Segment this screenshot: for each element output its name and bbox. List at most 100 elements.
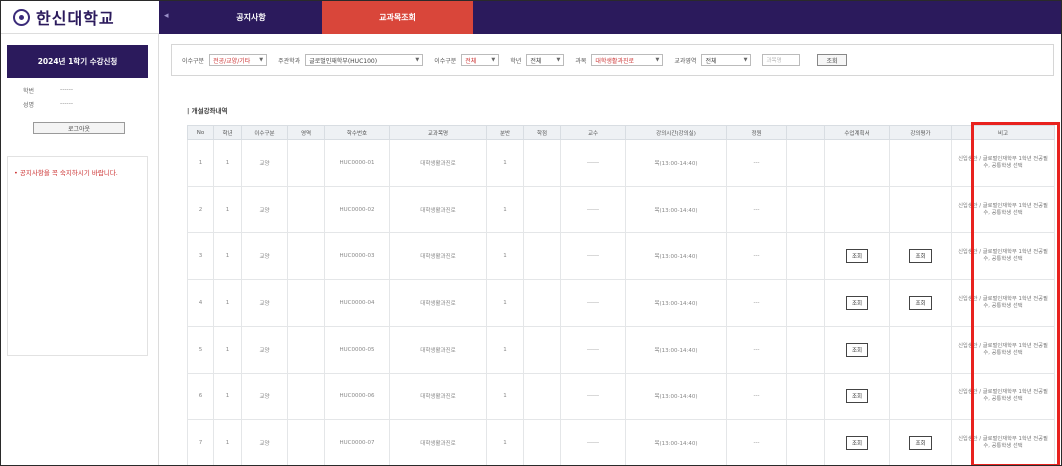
search-button[interactable]: 조회 bbox=[817, 54, 847, 66]
table-row[interactable]: 2 1 교양 HUC0000-02 대학생활과진로 1 ------ 목(13:00-14:4… bbox=[187, 185, 1055, 234]
evaluation-view-button[interactable]: 조회 bbox=[909, 295, 932, 310]
cell-time: 목(13:00-14:40) bbox=[625, 372, 727, 421]
cell-syllabus bbox=[824, 139, 890, 187]
filter-label: 교과영역 bbox=[674, 57, 697, 65]
cell-remark: 신입생만 / 글로벌인재학부 1학년 전공필수, 공통학생 선택 bbox=[951, 139, 1055, 187]
cell-year: 1 bbox=[213, 372, 242, 421]
cell-capacity: --- bbox=[726, 185, 787, 234]
cell-area bbox=[287, 279, 325, 327]
column-header: 수업계획서 bbox=[824, 125, 890, 140]
filter-select[interactable]: 전공/교양/기타 ▼ bbox=[209, 54, 268, 66]
column-header: 학점 bbox=[523, 125, 561, 140]
cell-professor: ------ bbox=[560, 372, 626, 421]
cell-credit bbox=[523, 185, 561, 234]
tab-notice[interactable]: 공지사항 bbox=[191, 1, 311, 34]
cell-name: 대학생활과진로 bbox=[389, 232, 487, 281]
chevron-down-icon: ▼ bbox=[743, 57, 748, 63]
cell-capacity: --- bbox=[726, 279, 787, 327]
cell-no: 4 bbox=[187, 279, 214, 327]
logout-button[interactable]: 로그아웃 bbox=[33, 122, 125, 134]
column-header: 학수번호 bbox=[324, 125, 390, 140]
tab-course-search[interactable]: 교과목조회 bbox=[322, 1, 473, 34]
table-row[interactable]: 1 1 교양 HUC0000-01 대학생활과진로 1 ------ 목(13:00-14:4… bbox=[187, 139, 1055, 187]
column-header: 영역 bbox=[287, 125, 325, 140]
cell-syllabus: 조회 bbox=[824, 325, 890, 374]
cell-professor: ------ bbox=[560, 232, 626, 281]
cell-no: 7 bbox=[187, 419, 214, 465]
cell-section: 1 bbox=[486, 325, 524, 374]
menu-toggle-icon[interactable]: ◂ bbox=[164, 11, 169, 21]
cell-name: 대학생활과진로 bbox=[389, 139, 487, 187]
syllabus-view-button[interactable]: 조회 bbox=[845, 249, 869, 264]
cell-enroll bbox=[786, 232, 825, 281]
notice-text: • 공지사항을 꼭 숙지하시기 바랍니다. bbox=[14, 169, 118, 177]
semester-title: 2024년 1학기 수강신청 bbox=[7, 45, 148, 78]
cell-type: 교양 bbox=[241, 185, 288, 234]
cell-enroll bbox=[786, 279, 825, 327]
cell-remark: 신입생만 / 글로벌인재학부 1학년 전공필수, 공통학생 선택 bbox=[951, 232, 1055, 281]
table-row[interactable]: 5 1 교양 HUC0000-05 대학생활과진로 1 ------ 목(13:00-14:4… bbox=[187, 325, 1055, 374]
cell-no: 5 bbox=[187, 325, 214, 374]
column-header: 이수구분 bbox=[241, 125, 288, 140]
cell-section: 1 bbox=[486, 372, 524, 421]
cell-area bbox=[287, 419, 325, 465]
filter-select[interactable]: 대학생활과진로 ▼ bbox=[591, 54, 664, 66]
cell-type: 교양 bbox=[241, 372, 288, 421]
cell-section: 1 bbox=[486, 232, 524, 281]
table-row[interactable]: 7 1 교양 HUC0000-07 대학생활과진로 1 ------ 목(13:00-14:4… bbox=[187, 419, 1055, 465]
table-row[interactable]: 3 1 교양 HUC0000-03 대학생활과진로 1 ------ 목(13:00-14:4… bbox=[187, 232, 1055, 281]
cell-enroll bbox=[786, 185, 825, 234]
cell-remark: 신입생만 / 글로벌인재학부 1학년 전공필수, 공통학생 선택 bbox=[951, 372, 1055, 421]
cell-area bbox=[287, 325, 325, 374]
filter-label: 학년 bbox=[510, 57, 522, 65]
table-row[interactable]: 6 1 교양 HUC0000-06 대학생활과진로 1 ------ 목(13:00-14:4… bbox=[187, 372, 1055, 421]
cell-remark: 신입생만 / 글로벌인재학부 1학년 전공필수, 공통학생 선택 bbox=[951, 279, 1055, 327]
cell-professor: ------ bbox=[560, 325, 626, 374]
syllabus-view-button[interactable]: 조회 bbox=[845, 436, 869, 451]
filter-select-value: 전체 bbox=[705, 57, 717, 65]
filter-select[interactable]: 글로벌인재학부(HUC100) ▼ bbox=[305, 54, 424, 66]
filter-select[interactable]: 전체 ▼ bbox=[701, 54, 752, 66]
university-seal-icon bbox=[13, 8, 30, 26]
filter-select-value: 대학생활과진로 bbox=[595, 57, 635, 65]
remark-text: 신입생만 / 글로벌인재학부 1학년 전공필수, 공통학생 선택 bbox=[958, 295, 1048, 309]
university-logo[interactable]: 한신대학교 bbox=[1, 1, 159, 34]
cell-name: 대학생활과진로 bbox=[389, 325, 487, 374]
syllabus-view-button[interactable]: 조회 bbox=[845, 342, 869, 357]
syllabus-view-button[interactable]: 조회 bbox=[845, 295, 869, 310]
cell-name: 대학생활과진로 bbox=[389, 419, 487, 465]
cell-syllabus bbox=[824, 185, 890, 234]
remark-text: 신입생만 / 글로벌인재학부 1학년 전공필수, 공통학생 선택 bbox=[958, 342, 1048, 356]
cell-area bbox=[287, 372, 325, 421]
cell-section: 1 bbox=[486, 139, 524, 187]
evaluation-view-button[interactable]: 조회 bbox=[909, 249, 932, 264]
cell-year: 1 bbox=[213, 419, 242, 465]
syllabus-view-button[interactable]: 조회 bbox=[845, 389, 869, 404]
cell-capacity: --- bbox=[726, 419, 787, 465]
cell-professor: ------ bbox=[560, 185, 626, 234]
student-id-label: 학번 bbox=[23, 88, 35, 95]
filter-select[interactable]: 전체 ▼ bbox=[461, 54, 500, 66]
cell-no: 2 bbox=[187, 185, 214, 234]
column-header: 정원 bbox=[726, 125, 787, 140]
left-sidebar: 2024년 1학기 수강신청 학번 ------ 성명 ------ 로그아웃 … bbox=[1, 34, 159, 465]
cell-time: 목(13:00-14:40) bbox=[625, 185, 727, 234]
student-name-row: 성명 ------ bbox=[23, 100, 73, 109]
course-table: No 학년 이수구분 영역 학수번호 교과목명 분반 학점 교수 강의시간(강의실) 정원 수업계획서… bbox=[187, 125, 1055, 465]
cell-code: HUC0000-05 bbox=[324, 325, 390, 374]
column-header: 강의시간(강의실) bbox=[625, 125, 727, 140]
cell-enroll bbox=[786, 139, 825, 187]
cell-evaluation bbox=[889, 325, 952, 374]
cell-no: 3 bbox=[187, 232, 214, 281]
cell-name: 대학생활과진로 bbox=[389, 185, 487, 234]
cell-name: 대학생활과진로 bbox=[389, 279, 487, 327]
column-header: No bbox=[187, 125, 214, 140]
keyword-input[interactable]: 과목명 bbox=[762, 54, 801, 66]
filter-bar: 이수구분 전공/교양/기타 ▼ 주관학과 글로벌인재학부(HUC100) ▼ 이수구분 전체 ▼… bbox=[171, 44, 1054, 76]
cell-type: 교양 bbox=[241, 419, 288, 465]
evaluation-view-button[interactable]: 조회 bbox=[909, 436, 932, 451]
filter-select[interactable]: 전체 ▼ bbox=[526, 54, 565, 66]
table-row[interactable]: 4 1 교양 HUC0000-04 대학생활과진로 1 ------ 목(13:00-14:4… bbox=[187, 279, 1055, 327]
cell-year: 1 bbox=[213, 232, 242, 281]
cell-capacity: --- bbox=[726, 139, 787, 187]
